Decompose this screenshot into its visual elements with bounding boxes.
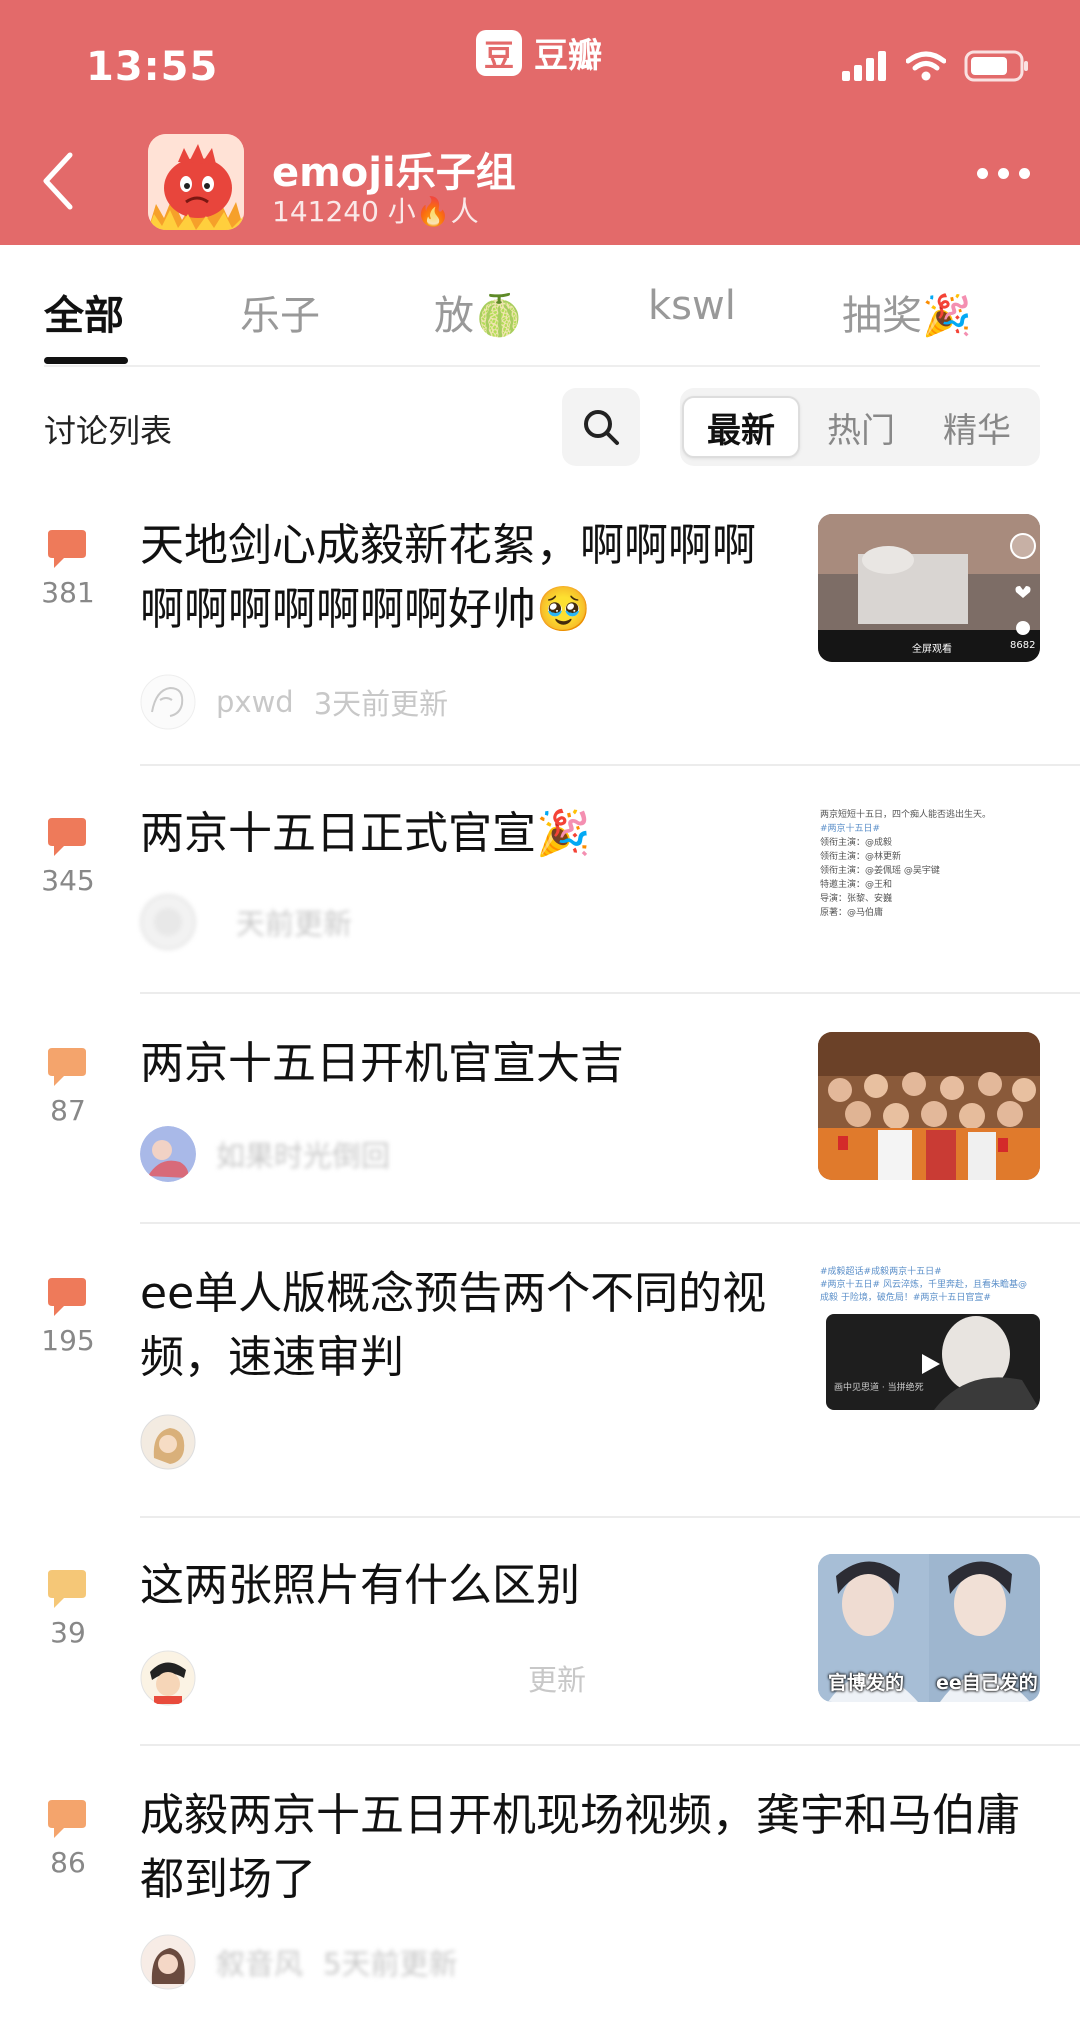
battery-icon <box>964 50 1028 82</box>
list-title: 讨论列表 <box>44 412 173 450</box>
sort-featured-button[interactable]: 精华 <box>920 396 1034 458</box>
search-icon <box>584 410 619 445</box>
post-time: 5天前更新 <box>323 1947 458 1981</box>
post-thumbnail[interactable]: 全屏观看 8682 <box>818 514 1040 662</box>
post-title: 天地剑心成毅新花絮，啊啊啊啊啊啊啊啊啊啊啊好帅🥹 <box>140 520 756 635</box>
back-button[interactable] <box>40 148 90 214</box>
dot-icon <box>1019 168 1030 179</box>
post-thumbnail[interactable]: 两京短短十五日，四个痴人能否逃出生天。 #两京十五日# 领衔主演：@成毅 领衔主… <box>818 802 1040 950</box>
thumb-left-label: 官博发的 <box>828 1672 905 1694</box>
post-meta: 更新 <box>140 1650 586 1706</box>
more-options-button[interactable] <box>977 168 1030 179</box>
signal-icon <box>842 51 886 81</box>
post-thumbnail[interactable] <box>818 1032 1040 1180</box>
red-monster-fire-icon <box>148 134 244 230</box>
chevron-left-icon <box>43 152 73 210</box>
tab-all[interactable]: 全部 <box>44 283 124 341</box>
divider <box>44 365 1040 367</box>
author-avatar <box>140 1414 196 1470</box>
post-meta: 如果时光倒回 <box>140 1126 390 1182</box>
post-time: 天前更新 <box>236 907 353 941</box>
divider <box>140 1222 1080 1224</box>
douban-logo-icon: 豆 <box>476 29 522 76</box>
divider <box>140 992 1080 994</box>
comment-count: 381 <box>41 576 95 609</box>
tab-fang-gua[interactable]: 放🍈 <box>434 283 524 341</box>
post-meta <box>140 1414 196 1470</box>
comment-icon <box>48 1800 86 1838</box>
tab-lezi[interactable]: 乐子 <box>240 283 320 341</box>
post-time: 更新 <box>528 1663 587 1697</box>
status-icons <box>842 50 1030 82</box>
comment-count: 195 <box>41 1324 95 1357</box>
comment-icon <box>48 818 86 856</box>
author-avatar <box>140 1126 196 1182</box>
author-name[interactable]: 如果时光倒回 <box>216 1133 390 1175</box>
group-header: 13:55 豆 豆瓣 emoji乐子组 141240 小🔥人 <box>0 0 1080 245</box>
comment-icon <box>48 1048 86 1086</box>
sort-hot-button[interactable]: 热门 <box>804 396 918 458</box>
comment-count: 39 <box>50 1616 86 1649</box>
author-avatar <box>140 894 196 950</box>
author-avatar <box>140 1934 196 1990</box>
dot-icon <box>977 168 988 179</box>
active-tab-indicator <box>44 357 128 364</box>
post-item[interactable]: 87 两京十五日开机官宣大吉 如果时光倒回 <box>0 1032 1080 1224</box>
brand-name: 豆瓣 <box>534 36 602 76</box>
comment-count: 86 <box>50 1846 86 1879</box>
comment-icon <box>48 1278 86 1316</box>
comment-count: 345 <box>41 864 95 897</box>
post-title: ee单人版概念预告两个不同的视频，速速审判 <box>140 1268 767 1383</box>
post-meta: 叙音风 5天前更新 <box>140 1934 457 1990</box>
status-time: 13:55 <box>86 44 219 90</box>
like-count: 8682 <box>1010 640 1036 651</box>
video-caption: 画中见思道 · 当拼绝死 <box>834 1383 924 1393</box>
divider <box>140 1516 1080 1518</box>
post-meta: pxwd 3天前更新 <box>140 674 448 730</box>
post-item[interactable]: 39 这两张照片有什么区别 更新 官博发的 ee自己发的 <box>0 1554 1080 1746</box>
tab-kswl[interactable]: kswl <box>648 283 736 329</box>
thumb-right-label: ee自己发的 <box>936 1672 1038 1694</box>
divider <box>140 764 1080 766</box>
divider <box>140 1744 1080 1746</box>
dot-icon <box>998 168 1009 179</box>
post-meta: 天前更新 <box>140 894 352 950</box>
post-thumbnail[interactable]: 官博发的 ee自己发的 <box>818 1554 1040 1702</box>
wifi-icon <box>906 51 946 81</box>
search-button[interactable] <box>562 388 640 466</box>
category-tabs: 全部 乐子 放🍈 kswl 抽奖🎉 <box>0 245 1080 367</box>
comment-count: 87 <box>50 1094 86 1127</box>
post-title: 两京十五日开机官宣大吉 <box>140 1038 624 1089</box>
author-name[interactable]: pxwd <box>216 685 294 719</box>
author-name[interactable]: 叙音风 <box>216 1941 303 1983</box>
author-avatar <box>140 1650 196 1706</box>
post-title: 两京十五日正式官宣🎉 <box>140 808 591 859</box>
fullscreen-label: 全屏观看 <box>912 644 952 655</box>
group-photo-image <box>818 1032 1040 1180</box>
post-item[interactable]: 86 成毅两京十五日开机现场视频，龚宇和马伯庸都到场了 叙音风 5天前更新 <box>0 1784 1080 2044</box>
group-avatar[interactable] <box>148 134 244 230</box>
comment-icon <box>48 1570 86 1608</box>
post-time: 3天前更新 <box>313 687 449 721</box>
sort-latest-button[interactable]: 最新 <box>682 396 800 458</box>
group-member-count: 141240 小🔥人 <box>272 195 479 228</box>
thumbnail-text: 两京短短十五日，四个痴人能否逃出生天。 #两京十五日# 领衔主演：@成毅 领衔主… <box>820 810 992 918</box>
post-title: 这两张照片有什么区别 <box>140 1560 580 1611</box>
tab-lottery[interactable]: 抽奖🎉 <box>842 283 972 341</box>
post-item[interactable]: 195 ee单人版概念预告两个不同的视频，速速审判 #成毅超话#成毅两京十五日#… <box>0 1262 1080 1518</box>
app-brand: 豆 豆瓣 <box>476 28 602 77</box>
post-item[interactable]: 381 天地剑心成毅新花絮，啊啊啊啊啊啊啊啊啊啊啊好帅🥹 pxwd 3天前更新 … <box>0 514 1080 766</box>
video-preview-image <box>826 1314 1040 1410</box>
sort-switcher: 最新 热门 精华 <box>680 388 1040 466</box>
post-thumbnail[interactable]: #成毅超话#成毅两京十五日# #两京十五日# 风云淬炼，千里奔赴，且看朱瞻基@ … <box>818 1262 1040 1412</box>
comment-icon <box>48 530 86 568</box>
thumbnail-text: #成毅超话#成毅两京十五日# #两京十五日# 风云淬炼，千里奔赴，且看朱瞻基@ … <box>820 1267 1027 1303</box>
author-avatar <box>140 674 196 730</box>
post-title: 成毅两京十五日开机现场视频，龚宇和马伯庸都到场了 <box>140 1790 1020 1905</box>
post-item[interactable]: 345 两京十五日正式官宣🎉 天前更新 两京短短十五日，四个痴人能否逃出生天。 … <box>0 802 1080 994</box>
